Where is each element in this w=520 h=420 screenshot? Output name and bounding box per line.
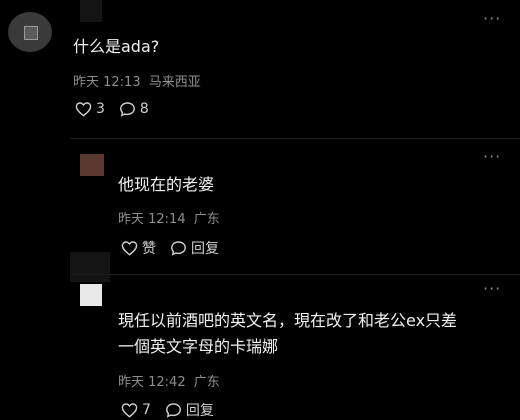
reply-button[interactable]: 回复: [170, 238, 219, 258]
comment-location: 马来西亚: [148, 75, 201, 90]
comment-meta: 昨天 12:13 马来西亚: [73, 71, 201, 90]
comment-time: 昨天 12:14: [118, 212, 186, 227]
comment-text-line: 一個英文字母的卡瑞娜: [118, 337, 279, 356]
comment-text: 現任以前酒吧的英文名，現在改了和老公ex只差 一個英文字母的卡瑞娜: [118, 308, 518, 360]
like-count: 3: [96, 101, 105, 117]
comment-text: 他现在的老婆: [118, 175, 215, 194]
heart-icon: [75, 102, 92, 117]
comment-location: 广东: [193, 375, 220, 390]
reply-button[interactable]: 回复: [165, 400, 214, 420]
comment-text: 什么是ada?: [73, 37, 160, 56]
more-options-button[interactable]: ···: [483, 11, 501, 27]
comment-time: 昨天 12:13: [73, 75, 141, 90]
comment-actions: 赞 回复: [121, 238, 233, 258]
comment-icon: [165, 403, 181, 418]
like-button[interactable]: 赞: [121, 238, 156, 258]
avatar[interactable]: [80, 284, 102, 306]
blurred-background: [80, 0, 102, 22]
comment-actions: 7 回复: [121, 400, 228, 420]
more-options-button[interactable]: ···: [483, 149, 501, 165]
like-button[interactable]: 3: [75, 101, 105, 117]
blurred-background: [70, 252, 110, 282]
reply-label: 回复: [185, 403, 214, 419]
more-options-button[interactable]: ···: [483, 281, 501, 297]
comment-icon: [119, 102, 135, 117]
like-count: 7: [142, 402, 151, 418]
divider: [70, 274, 520, 275]
comment-time: 昨天 12:42: [118, 375, 186, 390]
avatar[interactable]: [8, 12, 52, 52]
comment-icon: [171, 241, 186, 256]
divider: [70, 138, 520, 139]
comment-meta: 昨天 12:42 广东: [118, 371, 220, 390]
avatar[interactable]: [80, 154, 104, 176]
reply-label: 回复: [191, 241, 219, 257]
comment-text-line: 現任以前酒吧的英文名，現在改了和老公ex只差: [118, 311, 458, 330]
like-label: 赞: [142, 241, 156, 257]
reply-button[interactable]: 8: [119, 101, 149, 117]
heart-icon: [121, 403, 138, 418]
comment-actions: 3 8: [75, 101, 163, 117]
more-icon: ···: [483, 9, 502, 28]
reply-count: 8: [139, 101, 149, 117]
comment-location: 广东: [193, 212, 220, 227]
like-button[interactable]: 7: [121, 402, 151, 418]
more-icon: ···: [483, 147, 502, 166]
more-icon: ···: [483, 279, 502, 298]
comment-meta: 昨天 12:14 广东: [118, 208, 220, 227]
heart-icon: [121, 241, 138, 256]
